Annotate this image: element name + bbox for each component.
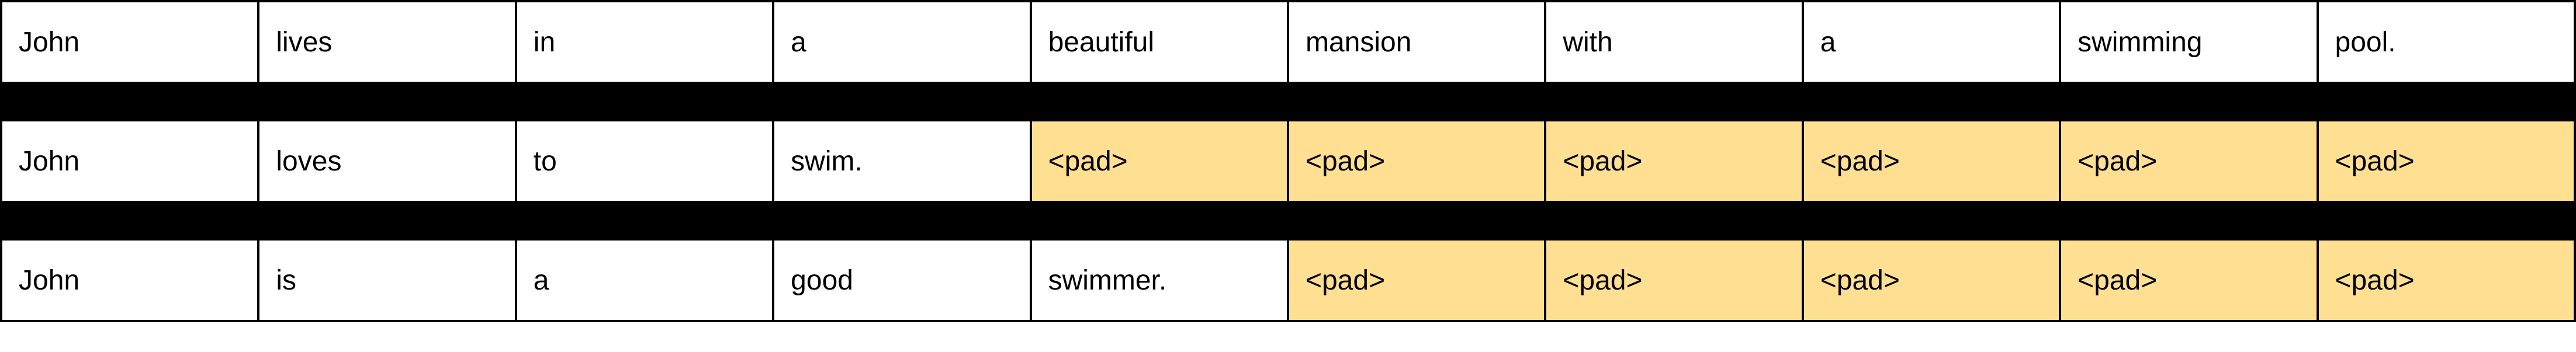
sequence-row-2: John is a good swimmer. <pad> <pad> <pad… — [0, 238, 2576, 322]
token-cell: pool. — [2318, 1, 2575, 83]
token-cell: to — [516, 120, 773, 202]
token-cell: good — [773, 239, 1030, 321]
pad-cell: <pad> — [1803, 239, 2060, 321]
pad-cell: <pad> — [1288, 239, 1545, 321]
pad-cell: <pad> — [1031, 120, 1288, 202]
row-gap — [0, 203, 2576, 238]
token-cell: swim. — [773, 120, 1030, 202]
token-cell: beautiful — [1031, 1, 1288, 83]
token-cell: is — [258, 239, 515, 321]
token-cell: John — [1, 120, 258, 202]
pad-cell: <pad> — [1803, 120, 2060, 202]
token-cell: loves — [258, 120, 515, 202]
pad-cell: <pad> — [1288, 120, 1545, 202]
pad-cell: <pad> — [1545, 239, 1802, 321]
token-cell: lives — [258, 1, 515, 83]
sequence-row-0: John lives in a beautiful mansion with a… — [0, 0, 2576, 84]
token-cell: swimmer. — [1031, 239, 1288, 321]
token-cell: a — [1803, 1, 2060, 83]
token-cell: John — [1, 1, 258, 83]
row-gap — [0, 84, 2576, 119]
pad-cell: <pad> — [2060, 120, 2317, 202]
pad-cell: <pad> — [2060, 239, 2317, 321]
token-cell: swimming — [2060, 1, 2317, 83]
token-cell: with — [1545, 1, 1802, 83]
padding-diagram: John lives in a beautiful mansion with a… — [0, 0, 2576, 322]
token-cell: in — [516, 1, 773, 83]
token-cell: mansion — [1288, 1, 1545, 83]
token-cell: a — [773, 1, 1030, 83]
pad-cell: <pad> — [2318, 239, 2575, 321]
pad-cell: <pad> — [2318, 120, 2575, 202]
token-cell: a — [516, 239, 773, 321]
token-cell: John — [1, 239, 258, 321]
sequence-row-1: John loves to swim. <pad> <pad> <pad> <p… — [0, 119, 2576, 203]
pad-cell: <pad> — [1545, 120, 1802, 202]
